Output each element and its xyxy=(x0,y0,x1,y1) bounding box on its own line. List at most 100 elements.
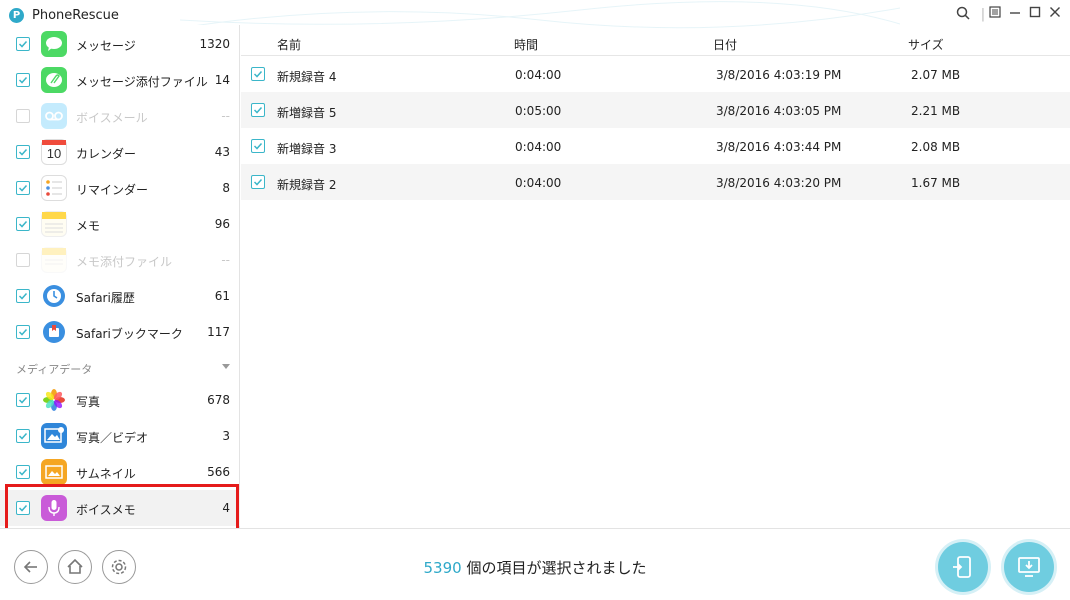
sidebar-item-label: サムネイル xyxy=(76,467,136,481)
chevron-down-icon[interactable] xyxy=(222,364,230,369)
checkbox[interactable] xyxy=(16,37,30,51)
checkbox[interactable] xyxy=(16,145,30,159)
checkbox[interactable] xyxy=(16,109,30,123)
checkbox[interactable] xyxy=(16,393,30,407)
sidebar-item-message-attachments[interactable]: メッセージ添付ファイル 14 xyxy=(0,62,240,98)
sidebar-item-label: ボイスメール xyxy=(76,111,148,125)
sidebar-item-voicemail[interactable]: ボイスメール -- xyxy=(0,98,240,134)
close-icon[interactable] xyxy=(1046,6,1064,24)
cell-size: 2.21 MB xyxy=(911,104,961,118)
table-row[interactable]: 新増録音 5 0:05:00 3/8/2016 4:03:05 PM 2.21 … xyxy=(241,92,1070,128)
sidebar-item-label: メモ xyxy=(76,219,101,233)
cell-name: 新規録音 2 xyxy=(277,178,337,192)
bottom-bar: 5390 個の項目が選択されました xyxy=(0,528,1070,600)
search-icon[interactable] xyxy=(954,6,972,24)
sidebar-item-count: 8 xyxy=(222,181,230,195)
sidebar-item-label: 写真 xyxy=(76,395,101,409)
phonerescue-window: P PhoneRescue | メッセージ 1320 メッセージ添付ファイル 1… xyxy=(0,0,1070,600)
window-title: PhoneRescue xyxy=(32,8,119,23)
cell-time: 0:04:00 xyxy=(515,140,562,154)
voicemail-icon xyxy=(41,103,67,129)
checkbox[interactable] xyxy=(16,217,30,231)
checkbox[interactable] xyxy=(251,67,265,81)
sidebar-item-count: 117 xyxy=(207,325,230,339)
selected-text: 個の項目が選択されました xyxy=(461,559,647,577)
sidebar-item-notes-attachments[interactable]: メモ添付ファイル -- xyxy=(0,242,240,278)
cell-name: 新増録音 5 xyxy=(277,106,337,120)
recover-to-computer-button[interactable] xyxy=(1004,542,1054,592)
column-header-time[interactable]: 時間 xyxy=(514,36,538,53)
section-header-media[interactable]: メディアデータ xyxy=(0,352,240,382)
computer-download-icon xyxy=(1018,557,1040,577)
cell-time: 0:04:00 xyxy=(515,68,562,82)
checkbox[interactable] xyxy=(16,465,30,479)
category-sidebar: メッセージ 1320 メッセージ添付ファイル 14 ボイスメール -- 10 カ… xyxy=(0,25,240,528)
cell-size: 2.07 MB xyxy=(911,68,961,82)
sidebar-item-label: カレンダー xyxy=(76,147,137,161)
sidebar-item-count: 3 xyxy=(222,429,230,443)
sidebar-item-safari-history[interactable]: Safari履歴 61 xyxy=(0,278,240,314)
column-header-date[interactable]: 日付 xyxy=(713,36,737,53)
phone-recover-icon xyxy=(953,556,971,578)
cell-name: 新規録音 4 xyxy=(277,70,337,84)
checkbox[interactable] xyxy=(251,103,265,117)
cell-name: 新増録音 3 xyxy=(277,142,337,156)
voice-memo-table: 名前 時間 日付 サイズ 新規録音 4 0:04:00 3/8/2016 4:0… xyxy=(241,25,1070,528)
sidebar-item-photo-video[interactable]: 写真／ビデオ 3 xyxy=(0,418,240,454)
cell-size: 1.67 MB xyxy=(911,176,961,190)
table-row[interactable]: 新規録音 2 0:04:00 3/8/2016 4:03:20 PM 1.67 … xyxy=(241,164,1070,200)
app-logo-icon: P xyxy=(9,8,24,23)
menu-icon[interactable] xyxy=(986,6,1004,24)
sidebar-item-count: -- xyxy=(221,253,230,267)
checkbox[interactable] xyxy=(16,181,30,195)
recover-to-device-button[interactable] xyxy=(938,542,988,592)
checkbox[interactable] xyxy=(16,325,30,339)
safari-history-icon xyxy=(41,283,67,309)
minimize-icon[interactable] xyxy=(1006,6,1024,24)
column-header-size[interactable]: サイズ xyxy=(908,36,944,53)
checkbox[interactable] xyxy=(16,289,30,303)
sidebar-item-label: メッセージ xyxy=(76,39,136,53)
sidebar-item-label: Safari履歴 xyxy=(76,291,135,305)
table-header: 名前 時間 日付 サイズ xyxy=(241,25,1070,56)
message-attachment-icon xyxy=(41,67,67,93)
notes-attachment-icon xyxy=(41,247,67,273)
table-row[interactable]: 新増録音 3 0:04:00 3/8/2016 4:03:44 PM 2.08 … xyxy=(241,128,1070,164)
section-header-label: メディアデータ xyxy=(16,363,93,376)
cell-size: 2.08 MB xyxy=(911,140,961,154)
cell-time: 0:04:00 xyxy=(515,176,562,190)
checkbox[interactable] xyxy=(16,73,30,87)
cell-date: 3/8/2016 4:03:44 PM xyxy=(716,140,842,154)
sidebar-item-photos[interactable]: 写真 678 xyxy=(0,382,240,418)
sidebar-item-count: 566 xyxy=(207,465,230,479)
checkbox[interactable] xyxy=(16,429,30,443)
cell-time: 0:05:00 xyxy=(515,104,562,118)
sidebar-item-count: 61 xyxy=(214,289,230,303)
sidebar-item-label: リマインダー xyxy=(76,183,149,197)
sidebar-item-safari-bookmarks[interactable]: Safariブックマーク 117 xyxy=(0,314,240,350)
thumbnail-icon xyxy=(41,459,67,485)
sidebar-item-notes[interactable]: メモ 96 xyxy=(0,206,240,242)
checkbox[interactable] xyxy=(251,175,265,189)
photos-icon xyxy=(41,387,67,413)
table-row[interactable]: 新規録音 4 0:04:00 3/8/2016 4:03:19 PM 2.07 … xyxy=(241,56,1070,92)
sidebar-item-calendar[interactable]: 10 カレンダー 43 xyxy=(0,134,240,170)
photo-video-icon xyxy=(41,423,67,449)
sidebar-item-count: 14 xyxy=(214,73,230,87)
sidebar-item-count: 96 xyxy=(214,217,230,231)
cell-date: 3/8/2016 4:03:19 PM xyxy=(716,68,842,82)
selected-count: 5390 xyxy=(423,559,462,577)
maximize-icon[interactable] xyxy=(1026,6,1044,24)
safari-bookmark-icon xyxy=(41,319,67,345)
checkbox[interactable] xyxy=(251,139,265,153)
highlight-annotation-box xyxy=(5,484,239,531)
sidebar-item-messages[interactable]: メッセージ 1320 xyxy=(0,26,240,62)
sidebar-item-count: -- xyxy=(221,109,230,123)
sidebar-item-label: メッセージ添付ファイル xyxy=(76,75,208,89)
sidebar-item-count: 678 xyxy=(207,393,230,407)
checkbox[interactable] xyxy=(16,253,30,267)
sidebar-item-reminders[interactable]: リマインダー 8 xyxy=(0,170,240,206)
sidebar-item-label: メモ添付ファイル xyxy=(76,255,173,269)
column-header-name[interactable]: 名前 xyxy=(277,36,301,53)
sidebar-item-label: 写真／ビデオ xyxy=(76,431,149,445)
